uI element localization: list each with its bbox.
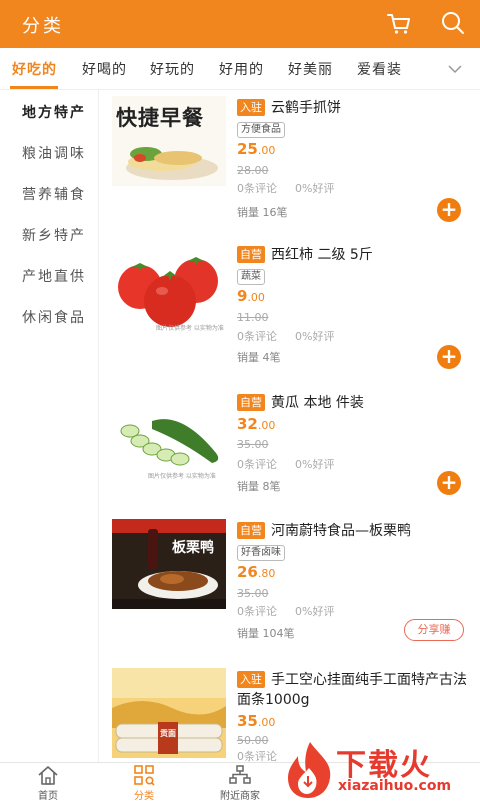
share-earn-button[interactable]: 分享赚 xyxy=(404,619,464,641)
product-original-price: 35.00 xyxy=(237,438,269,451)
product-review-info: 0条评论 xyxy=(237,750,277,762)
product-category-tag: 蔬菜 xyxy=(237,269,265,285)
site-watermark: 下载火 xiazaihuo.com xyxy=(280,738,480,800)
product-image-caption: 贡面 xyxy=(160,729,176,738)
product-image-caption: 图片仅供参考 以实物为准 xyxy=(148,473,216,480)
product-list: 快捷早餐 入驻 云鹤手抓饼 方便食品 25.00 28.00 0条评论 0%好评 销… xyxy=(100,90,480,762)
flame-logo-icon xyxy=(288,742,331,798)
category-tabs: 好吃的 好喝的 好玩的 好用的 好美丽 爱看装 xyxy=(0,48,480,90)
category-grid-icon xyxy=(134,765,155,786)
store-badge: 入驻 xyxy=(237,99,265,116)
product-original-price: 50.00 xyxy=(237,734,269,747)
product-price: 26.80 xyxy=(237,563,276,581)
sidebar-item-snacks[interactable]: 休闲食品 xyxy=(22,307,86,327)
tab-haomeili[interactable]: 好美丽 xyxy=(288,59,333,79)
product-sales: 销量 8笔 xyxy=(237,480,281,493)
product-price: 32.00 xyxy=(237,415,276,433)
product-image-caption: 图片仅供参考 以实物为准 xyxy=(156,325,224,332)
sidebar-item-local-specialty[interactable]: 地方特产 xyxy=(22,102,86,122)
product-sales: 销量 4笔 xyxy=(237,351,281,364)
product-original-price: 35.00 xyxy=(237,587,269,600)
product-image[interactable]: 图片仅供参考 以实物为准 xyxy=(112,243,226,333)
subcategory-sidebar: 地方特产 粮油调味 营养辅食 新乡特产 产地直供 休闲食品 xyxy=(0,90,99,762)
sidebar-item-grain-oil[interactable]: 粮油调味 xyxy=(22,143,86,163)
product-card[interactable]: 图片仅供参考 以实物为准 自营 黄瓜 本地 件装 32.00 35.00 0条评论… xyxy=(100,385,480,525)
search-icon[interactable] xyxy=(440,10,466,36)
product-review-info: 0条评论 0%好评 xyxy=(237,605,335,618)
store-badge: 自营 xyxy=(237,394,265,411)
add-to-cart-button[interactable]: + xyxy=(437,471,461,495)
product-name[interactable]: 西红柿 二级 5斤 xyxy=(271,247,373,263)
product-original-price: 28.00 xyxy=(237,164,269,177)
app-header: 分类 xyxy=(0,0,480,48)
chevron-down-icon[interactable] xyxy=(446,60,464,78)
product-card[interactable]: 快捷早餐 入驻 云鹤手抓饼 方便食品 25.00 28.00 0条评论 0%好评 销… xyxy=(100,90,480,230)
watermark-url: xiazaihuo.com xyxy=(338,778,452,794)
product-name[interactable]: 手工空心挂面纯手工面特产古法面条1000g xyxy=(237,672,467,708)
active-tab-indicator xyxy=(10,86,58,89)
product-price: 25.00 xyxy=(237,140,276,158)
product-image-caption: 板栗鸭 xyxy=(172,540,214,556)
product-image[interactable]: 图片仅供参考 以实物为准 xyxy=(112,391,226,481)
product-category-tag: 好香卤味 xyxy=(237,545,285,561)
store-badge: 入驻 xyxy=(237,671,265,688)
product-image[interactable]: 板栗鸭 xyxy=(112,519,226,609)
tab-haochide[interactable]: 好吃的 xyxy=(12,59,57,79)
tab-haowande[interactable]: 好玩的 xyxy=(150,59,195,79)
product-review-info: 0条评论 0%好评 xyxy=(237,182,335,195)
product-card[interactable]: 板栗鸭 自营 河南蔚特食品—板栗鸭 好香卤味 26.80 35.00 0条评论 0%… xyxy=(100,513,480,653)
product-image[interactable]: 贡面 xyxy=(112,668,226,758)
home-icon xyxy=(38,766,58,785)
product-name[interactable]: 黄瓜 本地 件装 xyxy=(271,395,364,411)
product-sales: 销量 16笔 xyxy=(237,206,288,219)
product-price: 9.00 xyxy=(237,287,265,305)
product-category-tag: 方便食品 xyxy=(237,122,285,138)
nearby-stores-icon xyxy=(229,765,251,784)
nav-home[interactable]: 首页 xyxy=(8,763,88,802)
product-original-price: 11.00 xyxy=(237,311,269,324)
cart-icon[interactable] xyxy=(386,11,412,37)
store-badge: 自营 xyxy=(237,522,265,539)
tab-haoyongde[interactable]: 好用的 xyxy=(219,59,264,79)
product-image-caption: 快捷早餐 xyxy=(116,105,204,130)
product-name[interactable]: 河南蔚特食品—板栗鸭 xyxy=(271,523,411,539)
product-card[interactable]: 图片仅供参考 以实物为准 自营 西红柿 二级 5斤 蔬菜 9.00 11.00 0… xyxy=(100,237,480,377)
sidebar-item-nutrition[interactable]: 营养辅食 xyxy=(22,184,86,204)
sidebar-item-xinxiang[interactable]: 新乡特产 xyxy=(22,225,86,245)
tab-haohede[interactable]: 好喝的 xyxy=(82,59,127,79)
add-to-cart-button[interactable]: + xyxy=(437,198,461,222)
product-review-info: 0条评论 0%好评 xyxy=(237,458,335,471)
product-review-info: 0条评论 0%好评 xyxy=(237,330,335,343)
product-sales: 销量 104笔 xyxy=(237,627,295,640)
nav-nearby[interactable]: 附近商家 xyxy=(200,763,280,802)
product-price: 35.00 xyxy=(237,712,276,730)
store-badge: 自营 xyxy=(237,246,265,263)
nav-category[interactable]: 分类 xyxy=(104,763,184,802)
product-name[interactable]: 云鹤手抓饼 xyxy=(271,100,341,116)
tab-aikanzhuang[interactable]: 爱看装 xyxy=(357,59,402,79)
product-image[interactable]: 快捷早餐 xyxy=(112,96,226,186)
add-to-cart-button[interactable]: + xyxy=(437,345,461,369)
page-title: 分类 xyxy=(22,16,64,37)
sidebar-item-direct-supply[interactable]: 产地直供 xyxy=(22,266,86,286)
